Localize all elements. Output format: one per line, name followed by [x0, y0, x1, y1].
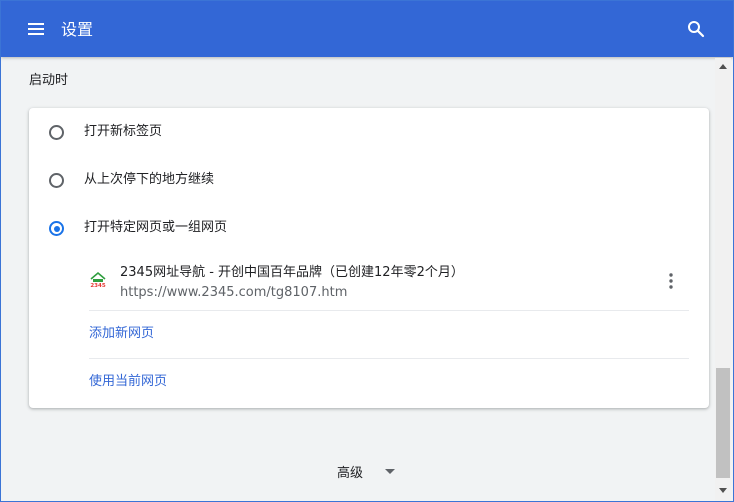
use-current-pages-link[interactable]: 使用当前网页 — [89, 373, 167, 391]
radio-option-new-tab[interactable]: 打开新标签页 — [29, 112, 709, 152]
startup-page-title: 2345网址导航 - 开创中国百年品牌（已创建12年零2个月） — [120, 265, 464, 280]
scroll-down-icon[interactable] — [719, 488, 727, 493]
add-new-page-link[interactable]: 添加新网页 — [89, 325, 154, 343]
radio-label: 打开新标签页 — [84, 124, 163, 139]
settings-toolbar: 设置 — [1, 1, 733, 57]
startup-section-title: 启动时 — [29, 73, 69, 88]
advanced-settings-toggle[interactable]: 高级 — [337, 462, 395, 482]
settings-window: 设置 启动时 打开新标签页 从上次停下的地方继续 打开特定网页或一组网页 234… — [0, 0, 734, 502]
arrow-drop-down-icon — [385, 469, 395, 474]
radio-button[interactable] — [49, 125, 64, 140]
svg-text:2345: 2345 — [90, 283, 105, 288]
scroll-up-icon[interactable] — [719, 64, 727, 69]
radio-label: 从上次停下的地方继续 — [84, 172, 215, 187]
more-vert-icon[interactable] — [664, 271, 678, 291]
scrollbar-thumb[interactable] — [716, 368, 730, 478]
advanced-label: 高级 — [337, 466, 364, 481]
radio-button[interactable] — [49, 173, 64, 188]
startup-page-item: 2345 2345网址导航 - 开创中国百年品牌（已创建12年零2个月） htt… — [89, 260, 689, 308]
divider — [89, 310, 689, 311]
radio-option-continue[interactable]: 从上次停下的地方继续 — [29, 160, 709, 200]
radio-label: 打开特定网页或一组网页 — [84, 220, 228, 235]
search-icon[interactable] — [685, 18, 707, 40]
page-title: 设置 — [61, 20, 94, 39]
radio-button-checked[interactable] — [49, 221, 64, 236]
radio-option-specific-pages[interactable]: 打开特定网页或一组网页 — [29, 208, 709, 248]
startup-page-url: https://www.2345.com/tg8107.htm — [120, 285, 348, 300]
vertical-scrollbar[interactable] — [715, 58, 731, 501]
site-favicon-icon: 2345 — [90, 271, 106, 288]
menu-icon[interactable] — [25, 18, 47, 40]
divider — [89, 358, 689, 359]
startup-card: 打开新标签页 从上次停下的地方继续 打开特定网页或一组网页 2345 2345网… — [29, 108, 709, 408]
